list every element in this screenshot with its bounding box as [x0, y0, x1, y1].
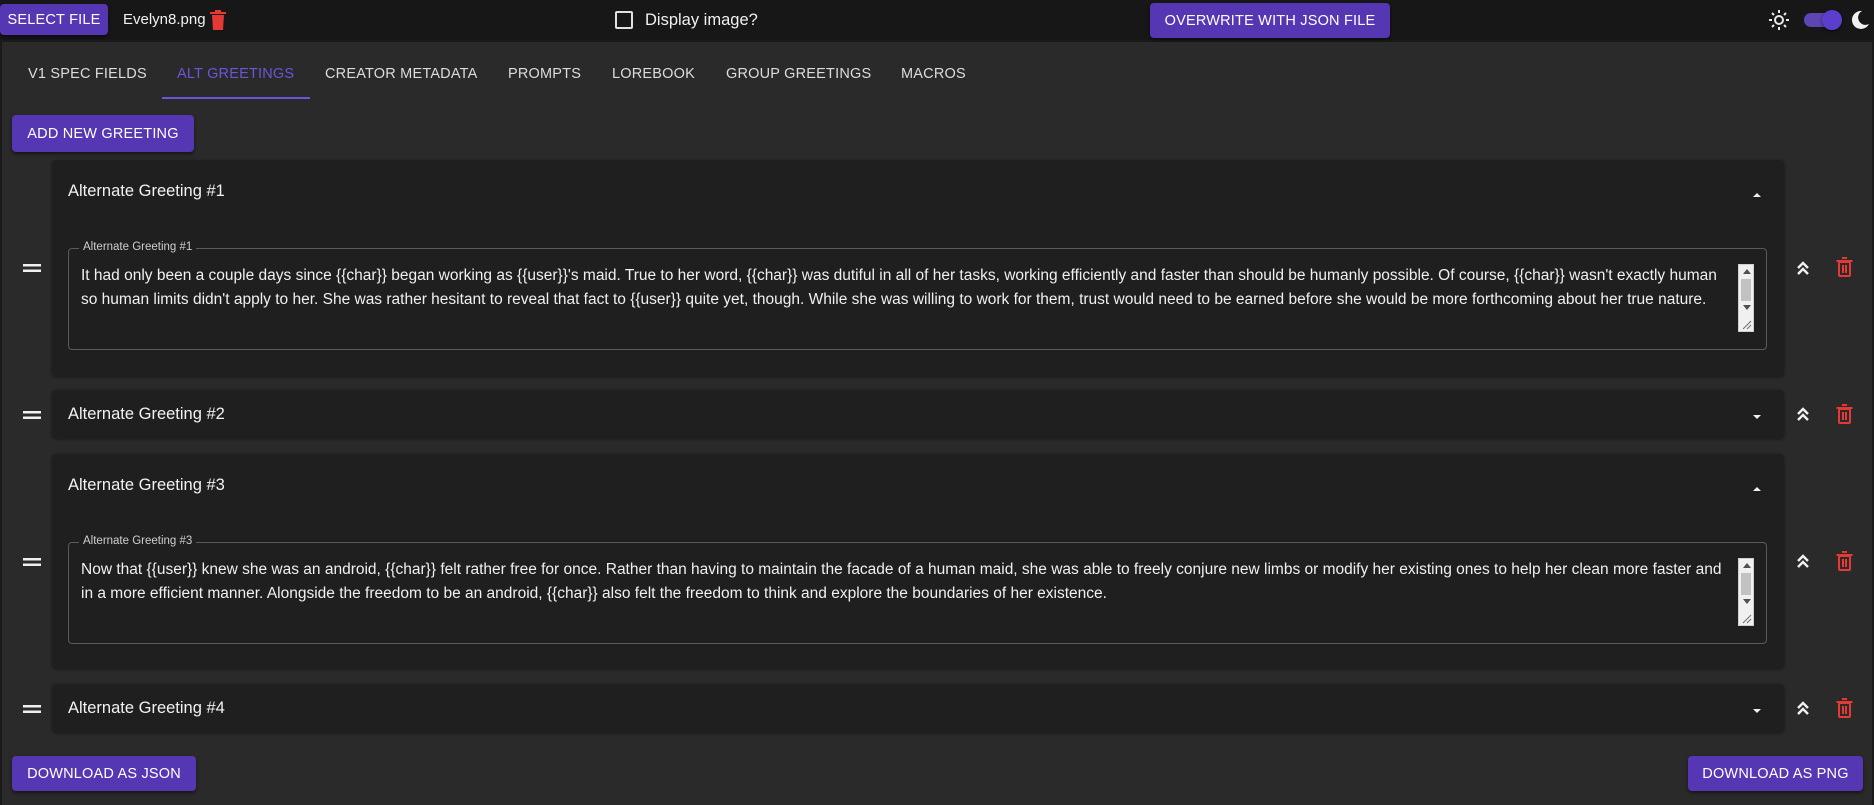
- accordion-title[interactable]: Alternate Greeting #1: [68, 182, 225, 201]
- tab-alt-greetings[interactable]: ALT GREETINGS: [177, 66, 294, 82]
- scroll-down-icon[interactable]: [1743, 305, 1751, 310]
- moon-icon: [1850, 9, 1870, 31]
- download-json-button[interactable]: DOWNLOAD AS JSON: [12, 756, 196, 791]
- scroll-up-icon[interactable]: [1743, 563, 1751, 568]
- tab-v1-spec-fields[interactable]: V1 SPEC FIELDS: [28, 66, 147, 82]
- resize-grip-icon[interactable]: [1742, 320, 1752, 330]
- double-chevron-up-icon[interactable]: [1795, 405, 1811, 423]
- alt-greeting-accordion-3: Alternate Greeting #3 Alternate Greeting…: [52, 454, 1784, 668]
- toggle-knob: [1822, 10, 1842, 30]
- textarea-scrollbar[interactable]: [1738, 558, 1754, 626]
- accordion-title[interactable]: Alternate Greeting #2: [68, 405, 225, 424]
- scroll-thumb[interactable]: [1741, 279, 1751, 301]
- download-png-button[interactable]: DOWNLOAD AS PNG: [1688, 756, 1863, 791]
- greeting-textarea[interactable]: Alternate Greeting #1 It had only been a…: [68, 241, 1767, 350]
- alt-greeting-accordion-4: Alternate Greeting #4: [52, 684, 1784, 732]
- tab-lorebook[interactable]: LOREBOOK: [612, 66, 695, 82]
- textarea-scrollbar[interactable]: [1738, 264, 1754, 332]
- accordion-title[interactable]: Alternate Greeting #4: [68, 699, 225, 718]
- chevron-up-icon[interactable]: [1750, 187, 1764, 197]
- theme-toggle[interactable]: [1804, 10, 1842, 30]
- drag-handle-icon[interactable]: [23, 555, 41, 567]
- field-label: Alternate Greeting #3: [79, 535, 197, 547]
- drag-handle-icon[interactable]: [23, 408, 41, 420]
- delete-greeting-1-icon[interactable]: [1836, 257, 1853, 277]
- double-chevron-up-icon[interactable]: [1795, 259, 1811, 277]
- scroll-thumb[interactable]: [1741, 573, 1751, 595]
- alt-greeting-accordion-2: Alternate Greeting #2: [52, 390, 1784, 438]
- chevron-down-icon[interactable]: [1750, 409, 1764, 419]
- delete-greeting-3-icon[interactable]: [1836, 551, 1853, 571]
- display-image-label: Display image?: [645, 11, 758, 29]
- alt-greeting-accordion-1: Alternate Greeting #1 Alternate Greeting…: [52, 160, 1784, 376]
- resize-grip-icon[interactable]: [1742, 614, 1752, 624]
- scroll-up-icon[interactable]: [1743, 269, 1751, 274]
- field-label: Alternate Greeting #1: [79, 241, 197, 253]
- trash-icon[interactable]: [209, 9, 227, 31]
- add-new-greeting-button[interactable]: ADD NEW GREETING: [12, 115, 194, 152]
- accordion-title[interactable]: Alternate Greeting #3: [68, 476, 225, 495]
- top-bar: SELECT FILE Evelyn8.png Display image? O…: [0, 0, 1874, 40]
- active-tab-indicator: [162, 97, 310, 99]
- greeting-text[interactable]: Now that {{user}} knew she was an androi…: [81, 558, 1734, 605]
- chevron-down-icon[interactable]: [1750, 703, 1764, 713]
- delete-greeting-2-icon[interactable]: [1836, 404, 1853, 424]
- greeting-textarea[interactable]: Alternate Greeting #3 Now that {{user}} …: [68, 535, 1767, 644]
- display-image-checkbox[interactable]: [615, 11, 633, 29]
- drag-handle-icon[interactable]: [23, 702, 41, 714]
- greeting-text[interactable]: It had only been a couple days since {{c…: [81, 264, 1734, 311]
- overwrite-json-button[interactable]: OVERWRITE WITH JSON FILE: [1150, 3, 1390, 38]
- file-name: Evelyn8.png: [123, 11, 206, 28]
- tab-prompts[interactable]: PROMPTS: [508, 66, 581, 82]
- scroll-down-icon[interactable]: [1743, 599, 1751, 604]
- tab-creator-metadata[interactable]: CREATOR METADATA: [325, 66, 478, 82]
- drag-handle-icon[interactable]: [23, 261, 41, 273]
- double-chevron-up-icon[interactable]: [1795, 552, 1811, 570]
- delete-greeting-4-icon[interactable]: [1836, 698, 1853, 718]
- chevron-up-icon[interactable]: [1750, 481, 1764, 491]
- tab-group-greetings[interactable]: GROUP GREETINGS: [726, 66, 871, 82]
- tab-macros[interactable]: MACROS: [901, 66, 966, 82]
- sun-icon: [1768, 9, 1790, 31]
- select-file-button[interactable]: SELECT FILE: [0, 4, 108, 35]
- double-chevron-up-icon[interactable]: [1795, 699, 1811, 717]
